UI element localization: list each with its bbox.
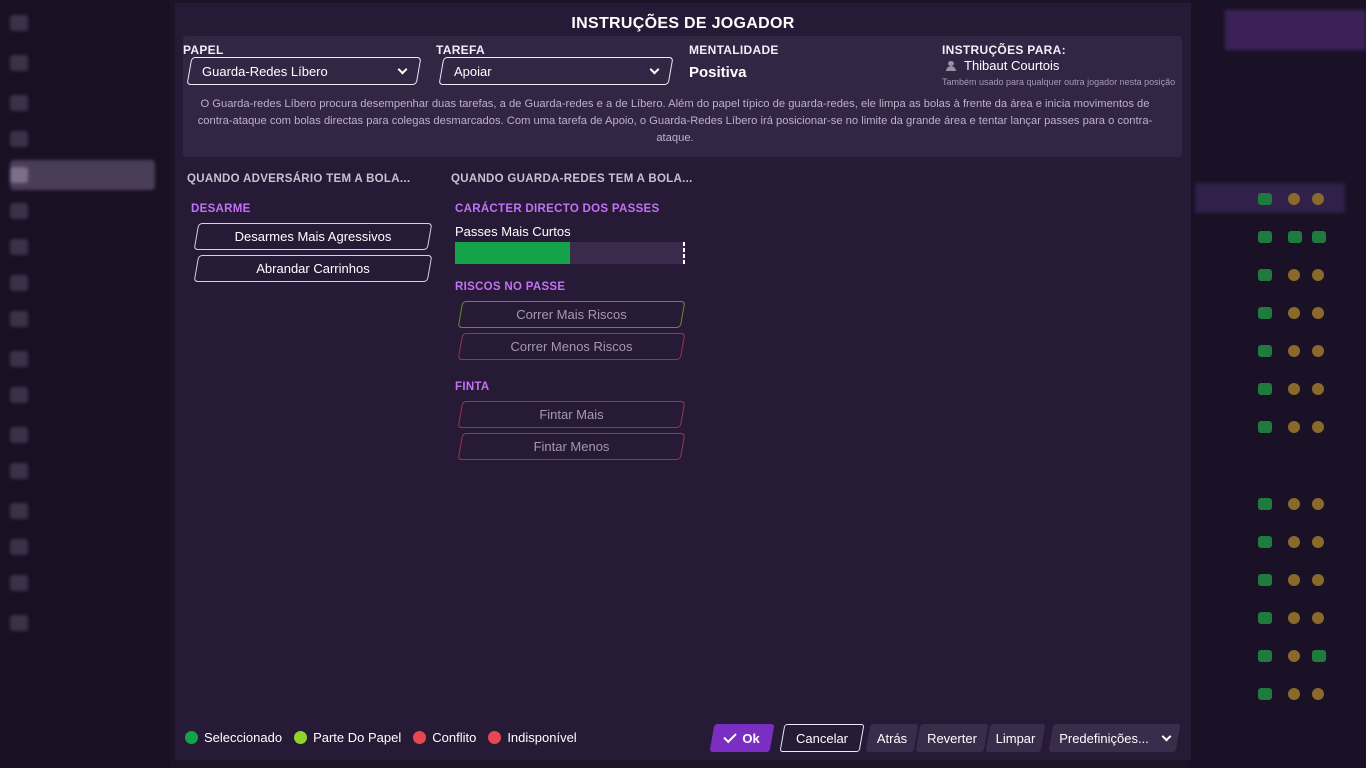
bg-nav-item: [10, 568, 155, 598]
bg-nav-item: [10, 268, 155, 298]
legend-unavailable: Indisponível: [488, 730, 577, 745]
take-fewer-risks-button[interactable]: Correr Menos Riscos: [457, 333, 686, 360]
person-icon: [946, 60, 956, 71]
more-aggressive-tackles-button[interactable]: Desarmes Mais Agressivos: [193, 223, 433, 250]
legend-part-of-role: Parte Do Papel: [294, 730, 401, 745]
bg-nav-item: [10, 88, 155, 118]
ok-button[interactable]: Ok: [709, 724, 775, 752]
background-right-panel: [1190, 0, 1366, 768]
take-more-risks-button[interactable]: Correr Mais Riscos: [457, 301, 686, 328]
player-name: Thibaut Courtois: [964, 58, 1060, 73]
ease-off-tackles-button[interactable]: Abrandar Carrinhos: [193, 255, 433, 282]
bg-nav-item: [10, 608, 155, 638]
conflict-dot-icon: [413, 731, 427, 744]
background-sidebar: [0, 0, 170, 768]
role-dropdown[interactable]: Guarda-Redes Líbero: [186, 57, 422, 85]
bg-nav-item: [10, 304, 155, 334]
dialog-title: INSTRUÇÕES DE JOGADOR: [571, 15, 795, 32]
bg-nav-item: [10, 232, 155, 262]
duty-label: TAREFA: [436, 43, 485, 57]
dribbling-heading: FINTA: [455, 381, 490, 393]
legend-selected: Seleccionado: [185, 730, 282, 745]
role-dropdown-value: Guarda-Redes Líbero: [202, 63, 328, 79]
chevron-down-icon: [1161, 731, 1172, 741]
bg-nav-item: [10, 8, 155, 38]
dribble-more-button[interactable]: Fintar Mais: [457, 401, 686, 428]
passing-directness-value: Passes Mais Curtos: [455, 224, 571, 239]
bg-nav-item: [10, 456, 155, 486]
slider-fill: [455, 242, 570, 264]
background-top-button: [1225, 10, 1366, 50]
opponent-section-heading: QUANDO ADVERSÁRIO TEM A BOLA...: [187, 173, 411, 185]
bg-nav-item: [10, 532, 155, 562]
selected-dot-icon: [185, 731, 198, 744]
mentality-label: MENTALIDADE: [689, 43, 779, 57]
bg-nav-item: [10, 196, 155, 226]
bg-nav-item: [10, 48, 155, 78]
passing-risk-heading: RISCOS NO PASSE: [455, 281, 566, 293]
duty-dropdown[interactable]: Apoiar: [438, 57, 674, 85]
legend: Seleccionado Parte Do Papel Conflito Ind…: [185, 730, 583, 745]
revert-button[interactable]: Reverter: [915, 724, 989, 752]
bg-nav-item: [10, 124, 155, 154]
passing-directness-heading: CARÁCTER DIRECTO DOS PASSES: [455, 203, 660, 215]
legend-conflict: Conflito: [413, 730, 476, 745]
bg-nav-item: [10, 496, 155, 526]
instructions-for-label: INSTRUÇÕES PARA:: [942, 43, 1066, 57]
dribble-less-button[interactable]: Fintar Menos: [457, 433, 686, 460]
presets-dropdown[interactable]: Predefinições...: [1048, 724, 1181, 752]
player-note: Também usado para qualquer outra jogador…: [942, 77, 1176, 87]
slider-end-tick: [683, 242, 685, 264]
back-button[interactable]: Atrás: [865, 724, 919, 752]
tackling-heading: DESARME: [191, 203, 251, 215]
player-row: Thibaut Courtois: [946, 58, 1059, 73]
gk-section-heading: QUANDO GUARDA-REDES TEM A BOLA...: [451, 173, 693, 185]
checkmark-icon: [723, 729, 738, 743]
bg-nav-item-active: [10, 160, 155, 190]
duty-dropdown-value: Apoiar: [454, 63, 492, 79]
role-description: O Guarda-redes Líbero procura desempenha…: [197, 98, 1153, 144]
bg-nav-item: [10, 380, 155, 410]
bg-nav-item: [10, 420, 155, 450]
player-instructions-dialog: INSTRUÇÕES DE JOGADOR PAPEL Guarda-Redes…: [175, 3, 1191, 760]
part-of-role-dot-icon: [294, 731, 308, 744]
passing-directness-slider[interactable]: [455, 242, 685, 264]
role-label: PAPEL: [183, 43, 224, 57]
bg-nav-item: [10, 344, 155, 374]
chevron-down-icon: [649, 64, 660, 74]
unavailable-dot-icon: [488, 731, 502, 744]
clear-button[interactable]: Limpar: [985, 724, 1046, 752]
mentality-value: Positiva: [689, 64, 747, 81]
cancel-button[interactable]: Cancelar: [779, 724, 865, 752]
chevron-down-icon: [397, 64, 408, 74]
